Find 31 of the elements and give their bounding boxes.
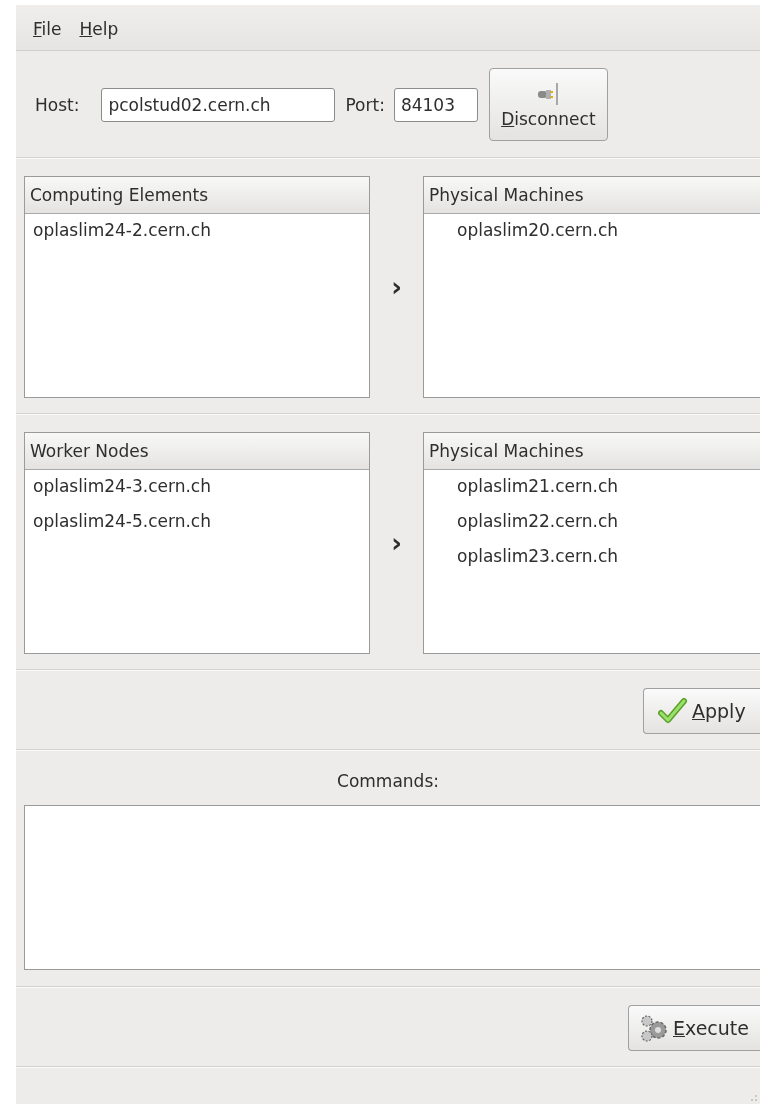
list-item[interactable]: oplaslim24-2.cern.ch	[25, 214, 369, 249]
plug-icon	[537, 80, 560, 107]
column-header[interactable]: Physical Machines	[424, 177, 760, 214]
list-item[interactable]: oplaslim21.cern.ch	[424, 470, 760, 505]
column-header[interactable]: Worker Nodes	[25, 433, 369, 470]
column-header[interactable]: Physical Machines	[424, 433, 760, 470]
arrow-glyph: ›	[391, 530, 402, 556]
list-item[interactable]: oplaslim24-5.cern.ch	[25, 505, 369, 540]
physical-machines-list[interactable]: Physical Machines oplaslim20.cern.ch	[423, 176, 760, 398]
disconnect-button[interactable]: Disconnect	[488, 68, 608, 141]
list-item[interactable]: oplaslim20.cern.ch	[424, 214, 760, 249]
menu-item[interactable]: File	[33, 19, 62, 50]
column-header[interactable]: Computing Elements	[25, 177, 369, 214]
apply-button[interactable]: Apply	[643, 688, 760, 734]
list-item[interactable]: oplaslim24-3.cern.ch	[25, 470, 369, 505]
host-field[interactable]: pcolstud02.cern.ch	[101, 87, 336, 122]
list-item[interactable]: oplaslim22.cern.ch	[424, 505, 760, 540]
host-label: Host:	[35, 94, 80, 115]
physical-machines-list[interactable]: Physical Machines oplaslim21.cern.ch oplaslim22.cern.ch oplaslim23.cern.ch	[423, 432, 760, 654]
arrow-glyph: ›	[391, 274, 402, 300]
port-field[interactable]: 84103	[393, 87, 478, 122]
list-box[interactable]: Computing Elements oplaslim24-2.cern.ch	[24, 176, 370, 398]
checkmark-icon	[658, 698, 688, 724]
menu-item[interactable]: Help	[79, 19, 119, 50]
port-label: Port:	[345, 94, 385, 115]
commands-textarea[interactable]	[24, 805, 760, 970]
commands-label: Commands:	[336, 770, 440, 793]
list-item[interactable]: oplaslim23.cern.ch	[424, 540, 760, 575]
gears-icon	[639, 1013, 669, 1043]
list-box[interactable]: Worker Nodes oplaslim24-3.cern.ch oplaslim24-5.cern.ch	[24, 432, 370, 654]
execute-button[interactable]: Execute	[628, 1005, 760, 1051]
